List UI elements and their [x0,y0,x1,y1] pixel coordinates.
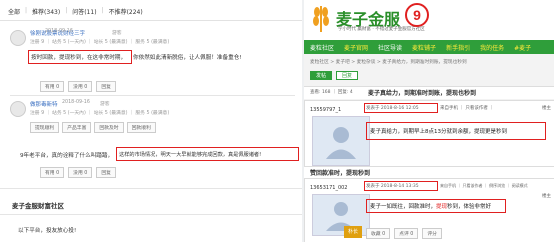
tab-recommend[interactable]: 推荐(343) [32,7,60,16]
nav-newbie[interactable]: 新手指引 [446,43,470,52]
reply-button[interactable]: 回复 [96,167,116,178]
thread-title: 赞回款准时，提现秒到 [310,170,371,177]
rating-line: 注册 9 ｜ 站务 5 (一天內) ｜ 站长 5 (最满意) ｜ 服务 5 (最… [30,111,170,116]
divider [0,214,302,215]
review-text: 9年老平台，真的诠释了什么叫踏踏， [20,153,114,159]
useful-button[interactable]: 有用 0 [40,167,65,178]
nav-shop[interactable]: 麦粒铺子 [412,43,436,52]
avatar[interactable] [10,30,26,46]
left-review-panel: 全部 | 推荐(343) | 问答(11) | 不推荐(224) 徐刚说股票说财经三字… [0,0,302,242]
thread-title: 麦子真给力，到期准时到账，提现也秒到 [368,90,477,97]
avatar[interactable] [10,101,26,117]
post-text-post: 秒到，体验非常好 [447,204,492,210]
nav-tasks[interactable]: 我的任务 [480,43,504,52]
nav-guide[interactable]: 社区导读 [378,43,402,52]
tag-chip: 回款及时 [94,122,124,133]
main-nav: 麦粒社区 麦子官网 社区导读 麦粒铺子 新手指引 我的任务 #麦子 [304,40,554,54]
post-text: 麦子一如既往，回款准时，提现秒到，体验非常好 [370,202,491,210]
review-text-boxed: 按时回款，提现秒到，在这非常时期， [31,55,127,61]
post-date: 发表于 2018-8-14 13:35 [366,184,419,189]
nav-community[interactable]: 麦粒社区 [310,43,334,52]
post-meta[interactable]: 来自手机 ｜ 只看该作者 ｜ 倒序浏览 ｜ 阅读模式 [440,183,528,189]
tag-row: 提现顺利 产品丰富 回款及时 回款顺利 [30,122,156,133]
post-text-highlight: 提现 [436,204,448,210]
review-actions: 有用 0 没用 0 回复 [40,81,116,92]
reply-button[interactable]: 回复 [96,81,116,92]
right-forum-panel: 麦子金服 学小时代 赢财富 · 不错过麦子金服官方社区 9 麦粒社区 麦子官网 … [304,0,554,242]
thread-actions: 发帖 回复 [310,71,359,80]
tag-chip: 回款顺利 [126,122,156,133]
review-text: 你依然如此清新脱俗，让人佩服！准备重仓! [133,55,242,61]
section-title: 麦子金服财富社区 [12,202,64,210]
user-silhouette-icon [326,127,356,159]
review-text-boxed: 这样的市场情况，明天一大早就能够完成回款，真是佩服诸者! [119,152,262,158]
review-actions: 有用 0 没用 0 回复 [40,167,116,178]
post-text-pre: 麦子一如既往，回款准时， [370,204,437,210]
post-meta[interactable]: 来自手机 ｜ 只看该作者 ｜ [440,105,494,111]
favorite-button[interactable]: 收藏 0 [366,228,391,239]
breadcrumb: 麦粒社区 > 麦子吧 > 麦粒杂谈 > 麦子真给力，到期准时到账，提现也秒到 [310,60,467,65]
view-count: 查看: 168 ｜ 回复: 4 [310,90,353,95]
not-useful-button[interactable]: 没用 0 [68,167,93,178]
useful-button[interactable]: 有用 0 [40,81,65,92]
user-tag: 游客 [100,102,110,107]
tab-all[interactable]: 全部 [8,7,20,16]
anniversary-badge-icon: 9 [405,3,429,27]
not-useful-button[interactable]: 没用 0 [68,81,93,92]
tag-chip: 产品丰富 [62,122,92,133]
review-time: 2018-09-16 [45,29,73,34]
new-post-button[interactable]: 发帖 [310,71,333,80]
tab-not-recommend[interactable]: 不推荐(224) [109,7,143,16]
floor-label: 楼主 [542,106,551,111]
tab-qa[interactable]: 问答(11) [72,7,96,16]
post-author[interactable]: 13653171_002 [310,185,348,191]
divider [0,188,302,189]
filter-tabs: 全部 | 推荐(343) | 问答(11) | 不推荐(224) [8,7,143,16]
rating-line: 注册 9 ｜ 站务 5 (一天內) ｜ 站长 5 (最满意) ｜ 服务 5 (最… [30,40,170,45]
nav-official-site[interactable]: 麦子官网 [344,43,368,52]
nav-more[interactable]: #麦子 [514,43,531,52]
wheat-logo-icon [313,6,329,32]
post-author[interactable]: 13559797_1 [310,107,341,113]
post-footer: 收藏 0 点评 0 评分 [366,228,442,239]
comment-button[interactable]: 点评 0 [394,228,419,239]
badge-number: 9 [413,7,421,23]
divider [0,20,302,21]
platform-line: 以下平台，投友放心投! [18,228,77,234]
review-time: 2018-09-16 [62,100,90,105]
divider [10,95,295,96]
post-text: 麦子真给力，到期早上8点13分就到余额，提现更是秒到 [370,129,507,135]
review-username[interactable]: 做那毒新特 [30,100,58,108]
rate-button[interactable]: 评分 [422,228,442,239]
user-tag: 游客 [112,31,122,36]
post-date: 发表于 2018-8-16 12:05 [366,106,419,111]
tag-chip: 提现顺利 [30,122,60,133]
user-avatar [312,116,370,166]
avatar-label: 朴长 [344,226,362,238]
floor-label: 楼主 [542,194,551,199]
reply-button[interactable]: 回复 [336,71,359,80]
